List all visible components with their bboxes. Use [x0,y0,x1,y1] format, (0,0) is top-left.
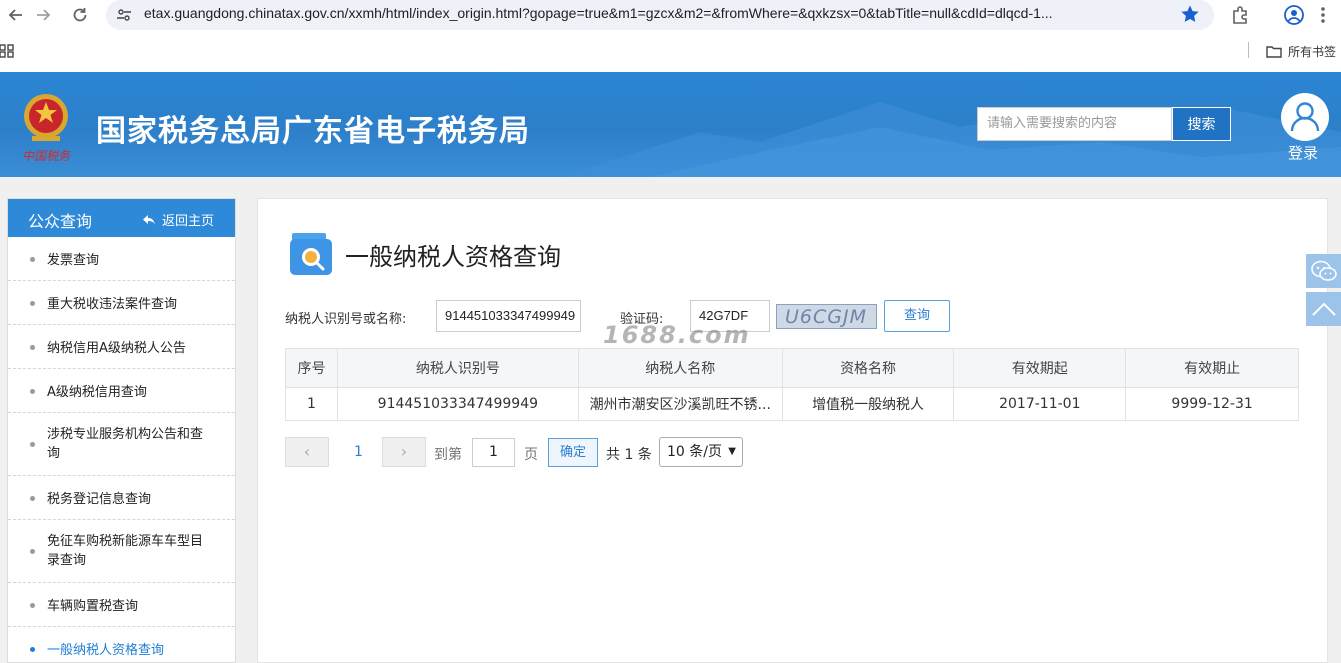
next-page-button[interactable]: › [382,437,426,467]
url-text: etax.guangdong.chinatax.gov.cn/xxmh/html… [144,5,1053,21]
total-count: 共 1 条 [606,447,652,463]
folder-icon [1266,46,1282,58]
apps-grid-icon[interactable] [0,44,14,58]
user-icon [1290,102,1320,132]
bookmarks-bar: 所有书签 [0,38,1341,64]
login-avatar[interactable] [1281,93,1329,141]
goto-confirm-button[interactable]: 确定 [548,438,598,467]
address-row: etax.guangdong.chinatax.gov.cn/xxmh/html… [0,0,1341,30]
page-title: 一般纳税人资格查询 [345,243,561,271]
col-header-index: 序号 [285,348,338,388]
forward-arrow-icon[interactable] [31,3,55,27]
table-header-row: 序号 纳税人识别号 纳税人名称 资格名称 有效期起 有效期止 [285,348,1299,388]
sidebar-header: 公众查询 返回主页 [8,199,235,237]
back-arrow-icon [143,214,155,225]
page-size-value: 10 条/页 [667,444,722,460]
sidebar: 公众查询 返回主页 发票查询 重大税收违法案件查询 纳税信用A级纳税人公告 A级… [7,198,236,663]
all-bookmarks-label: 所有书签 [1288,45,1337,59]
sidebar-item-major-violation[interactable]: 重大税收违法案件查询 [8,281,235,325]
bookmarks-divider [1248,42,1249,58]
sidebar-item-general-taxpayer[interactable]: 一般纳税人资格查询 [8,627,235,662]
login-link[interactable]: 登录 [1288,142,1318,163]
search-document-icon [290,233,332,275]
all-bookmarks-folder[interactable]: 所有书签 [1266,43,1336,60]
goto-label: 到第 [434,447,462,463]
col-header-qualification: 资格名称 [781,348,955,388]
result-table: 序号 纳税人识别号 纳税人名称 资格名称 有效期起 有效期止 1 9144510… [285,348,1299,421]
sidebar-item-invoice[interactable]: 发票查询 [8,237,235,281]
col-header-valid-from: 有效期起 [953,348,1127,388]
tax-emblem-logo: 中国税务 [22,94,71,163]
cell-taxpayer-name: 潮州市潮安区沙溪凯旺不锈... [577,387,783,421]
wechat-float-button[interactable] [1306,254,1341,288]
cell-taxpayer-id: 914451033347499949 [336,387,579,421]
sidebar-item-vehicle-tax[interactable]: 车辆购置税查询 [8,583,235,627]
more-menu-icon[interactable] [1319,4,1327,26]
address-bar[interactable]: etax.guangdong.chinatax.gov.cn/xxmh/html… [106,0,1214,30]
sidebar-item-service-agencies[interactable]: 涉税专业服务机构公告和查询 [8,413,235,476]
taxpayer-label: 纳税人识别号或名称: [285,312,407,327]
table-row: 1 914451033347499949 潮州市潮安区沙溪凯旺不锈... 增值税… [285,387,1299,421]
col-header-taxpayer-id: 纳税人识别号 [336,348,579,388]
site-title: 国家税务总局广东省电子税务局 [96,114,530,149]
sidebar-item-new-energy-vehicle[interactable]: 免征车购税新能源车车型目录查询 [8,520,235,583]
cell-valid-from: 2017-11-01 [953,387,1127,421]
main-panel: 一般纳税人资格查询 纳税人识别号或名称: 914451033347499949 … [257,198,1328,663]
sidebar-title: 公众查询 [28,212,93,231]
svg-text:中国税务: 中国税务 [22,149,71,163]
sidebar-item-registration[interactable]: 税务登记信息查询 [8,476,235,520]
browser-chrome: etax.guangdong.chinatax.gov.cn/xxmh/html… [0,0,1341,72]
extensions-icon[interactable] [1230,4,1252,26]
taxpayer-id-input[interactable]: 914451033347499949 [436,300,581,332]
captcha-image-text: U6CGJM [785,306,867,328]
chevron-up-icon [1311,302,1336,316]
account-icon[interactable] [1283,4,1305,26]
captcha-image[interactable]: U6CGJM [776,304,877,329]
query-button[interactable]: 查询 [884,300,950,332]
wechat-icon [1310,260,1337,281]
cell-qualification: 增值税一般纳税人 [781,387,955,421]
back-home-label: 返回主页 [162,214,215,229]
page-unit-label: 页 [524,447,538,463]
back-home-link[interactable]: 返回主页 [142,210,214,229]
sidebar-item-credit-a-query[interactable]: A级纳税信用查询 [8,369,235,413]
site-header: 中国税务 国家税务总局广东省电子税务局 请输入需要搜索的内容 搜索 登录 [0,72,1341,177]
page-size-select[interactable]: 10 条/页 ▼ [659,437,743,467]
site-info-icon[interactable] [116,7,132,23]
watermark-text: 1688.com [603,321,751,349]
back-to-top-button[interactable] [1306,292,1341,326]
cell-index: 1 [285,387,338,421]
col-header-taxpayer-name: 纳税人名称 [577,348,783,388]
bookmark-star-icon[interactable] [1180,4,1200,24]
prev-page-button[interactable]: ‹ [285,437,329,467]
back-arrow-icon[interactable] [4,3,28,27]
col-header-valid-to: 有效期止 [1125,348,1299,388]
current-page-number[interactable]: 1 [354,444,363,460]
header-search-input[interactable]: 请输入需要搜索的内容 [977,107,1172,141]
reload-icon[interactable] [68,3,92,27]
goto-page-input[interactable]: 1 [472,438,515,467]
chevron-down-icon: ▼ [728,446,736,457]
header-search-button[interactable]: 搜索 [1172,107,1231,141]
cell-valid-to: 9999-12-31 [1125,387,1299,421]
sidebar-item-credit-a-notice[interactable]: 纳税信用A级纳税人公告 [8,325,235,369]
